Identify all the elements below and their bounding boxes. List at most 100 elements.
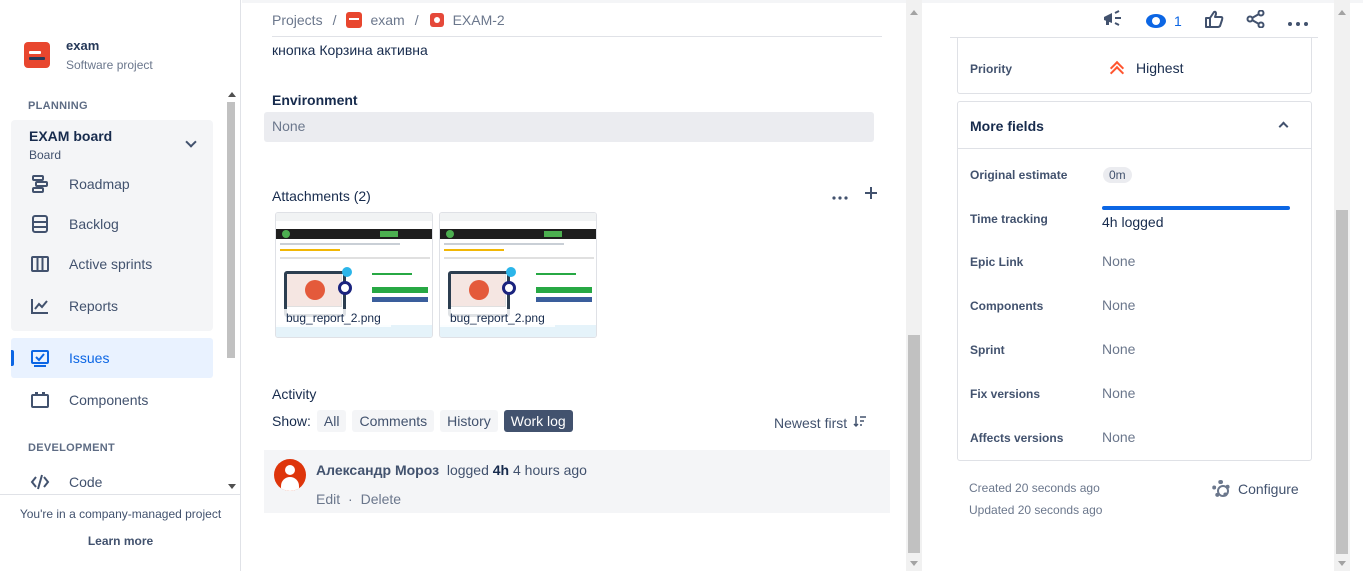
planning-section-title: PLANNING	[28, 100, 88, 112]
sidebar-item-label: Reports	[69, 298, 119, 314]
more-actions-icon[interactable]	[1287, 13, 1308, 29]
watch-button[interactable]: 1	[1146, 13, 1182, 29]
epic-link-label: Epic Link	[970, 255, 1024, 269]
breadcrumb-projects[interactable]: Projects	[272, 12, 323, 28]
attachments-actions	[832, 186, 878, 203]
show-label: Show:	[272, 413, 311, 429]
code-icon	[29, 471, 51, 493]
filter-comments-button[interactable]: Comments	[352, 410, 435, 432]
separator-dot: ·	[348, 491, 353, 507]
configure-button[interactable]: Configure	[1212, 480, 1299, 498]
sprints-icon	[29, 253, 51, 275]
worklog-actions: Edit · Delete	[316, 491, 401, 507]
time-tracking-progress[interactable]	[1102, 206, 1290, 210]
board-title[interactable]: EXAM board	[29, 128, 112, 144]
panel-scrollbar-thumb[interactable]	[1336, 210, 1348, 554]
attachment-thumbnail[interactable]: bug_report_2.png	[275, 212, 433, 338]
sidebar-item-label: Backlog	[69, 216, 119, 232]
scroll-up-arrow-icon[interactable]	[228, 92, 236, 97]
avatar[interactable]	[274, 459, 306, 491]
sidebar: exam Software project PLANNING EXAM boar…	[0, 0, 241, 571]
learn-more-link[interactable]: Learn more	[0, 534, 241, 548]
like-icon[interactable]	[1204, 10, 1224, 31]
more-fields-header[interactable]: More fields	[958, 102, 1311, 149]
sidebar-item-label: Code	[69, 474, 103, 490]
fix-versions-value[interactable]: None	[1102, 385, 1135, 401]
sidebar-footer: You're in a company-managed project Lear…	[0, 494, 241, 571]
original-estimate-value[interactable]: 0m	[1103, 167, 1132, 183]
bug-icon	[428, 12, 445, 28]
breadcrumb-project[interactable]: exam	[370, 12, 404, 28]
sidebar-scrollbar-thumb[interactable]	[227, 102, 235, 358]
worklog-user[interactable]: Александр Мороз	[316, 462, 439, 478]
scroll-up-arrow-icon[interactable]	[910, 10, 918, 15]
attachments-label: Attachments (2)	[272, 188, 371, 204]
sidebar-item-backlog[interactable]: Backlog	[11, 204, 213, 244]
reports-icon	[29, 295, 51, 317]
configure-label: Configure	[1238, 481, 1299, 497]
scroll-down-arrow-icon[interactable]	[228, 484, 236, 489]
more-icon[interactable]	[832, 187, 848, 203]
backlog-icon	[29, 213, 51, 235]
breadcrumb-issue-key[interactable]: EXAM-2	[453, 12, 505, 28]
activity-title: Activity	[272, 386, 317, 402]
affects-versions-value[interactable]: None	[1102, 429, 1135, 445]
project-logo-icon	[24, 42, 50, 68]
breadcrumb: Projects / exam / EXAM-2	[272, 12, 505, 28]
add-attachment-icon[interactable]	[864, 186, 878, 203]
filter-history-button[interactable]: History	[440, 410, 498, 432]
scroll-down-arrow-icon[interactable]	[1338, 561, 1346, 566]
fix-versions-label: Fix versions	[970, 387, 1041, 401]
issue-actions: 1	[1102, 9, 1308, 31]
sidebar-item-label: Active sprints	[69, 256, 153, 272]
chevron-down-icon[interactable]	[185, 136, 197, 148]
scroll-down-arrow-icon[interactable]	[910, 561, 918, 566]
development-section-title: DEVELOPMENT	[28, 442, 116, 454]
priority-label: Priority	[970, 62, 1013, 76]
epic-link-value[interactable]: None	[1102, 253, 1135, 269]
affects-versions-label: Affects versions	[970, 431, 1064, 445]
project-header[interactable]: exam Software project	[24, 38, 153, 72]
attachment-thumbnail[interactable]: bug_report_2.png	[439, 212, 597, 338]
time-tracking-label: Time tracking	[970, 212, 1048, 226]
worklog-action: logged	[446, 462, 489, 478]
sidebar-item-issues[interactable]: Issues	[11, 338, 213, 378]
components-value[interactable]: None	[1102, 297, 1135, 313]
attachment-filename: bug_report_2.png	[276, 309, 391, 327]
more-fields-panel: More fields Original estimate 0m Time tr…	[957, 101, 1312, 461]
chevron-up-icon[interactable]	[1278, 121, 1289, 132]
project-name: exam	[66, 38, 100, 53]
more-fields-title: More fields	[970, 118, 1044, 134]
main-scrollbar-thumb[interactable]	[908, 335, 920, 553]
sort-order-button[interactable]: Newest first	[774, 414, 867, 431]
original-estimate-label: Original estimate	[970, 168, 1068, 182]
issue-main: Projects / exam / EXAM-2 кнопка Корзина …	[242, 0, 1363, 571]
worklog-duration: 4h	[492, 462, 510, 478]
sprint-label: Sprint	[970, 343, 1005, 357]
delete-link[interactable]: Delete	[361, 491, 401, 507]
sprint-value[interactable]: None	[1102, 341, 1135, 357]
sidebar-item-reports[interactable]: Reports	[11, 286, 213, 326]
description-text[interactable]: кнопка Корзина активна	[272, 42, 428, 58]
feedback-megaphone-icon[interactable]	[1102, 10, 1124, 31]
sidebar-item-active-sprints[interactable]: Active sprints	[11, 244, 213, 284]
priority-value[interactable]: Highest	[1110, 60, 1183, 76]
watch-count: 1	[1174, 12, 1182, 29]
time-tracking-value[interactable]: 4h logged	[1102, 214, 1164, 230]
scroll-up-arrow-icon[interactable]	[1338, 10, 1346, 15]
worklog-entry: Александр Мороз logged 4h 4 hours ago Ed…	[264, 450, 890, 513]
project-type: Software project	[66, 58, 153, 72]
sidebar-item-roadmap[interactable]: Roadmap	[11, 164, 213, 204]
filter-worklog-button[interactable]: Work log	[503, 410, 573, 432]
environment-label: Environment	[272, 92, 358, 108]
issues-icon	[29, 347, 51, 369]
sidebar-item-label: Roadmap	[69, 176, 130, 192]
components-icon	[29, 389, 51, 411]
filter-all-button[interactable]: All	[316, 410, 347, 432]
environment-field[interactable]: None	[264, 112, 874, 142]
priority-field[interactable]: Priority Highest	[957, 38, 1312, 94]
board-subtitle: Board	[29, 148, 62, 162]
sidebar-item-components[interactable]: Components	[11, 380, 213, 420]
edit-link[interactable]: Edit	[316, 491, 340, 507]
share-icon[interactable]	[1246, 9, 1266, 31]
